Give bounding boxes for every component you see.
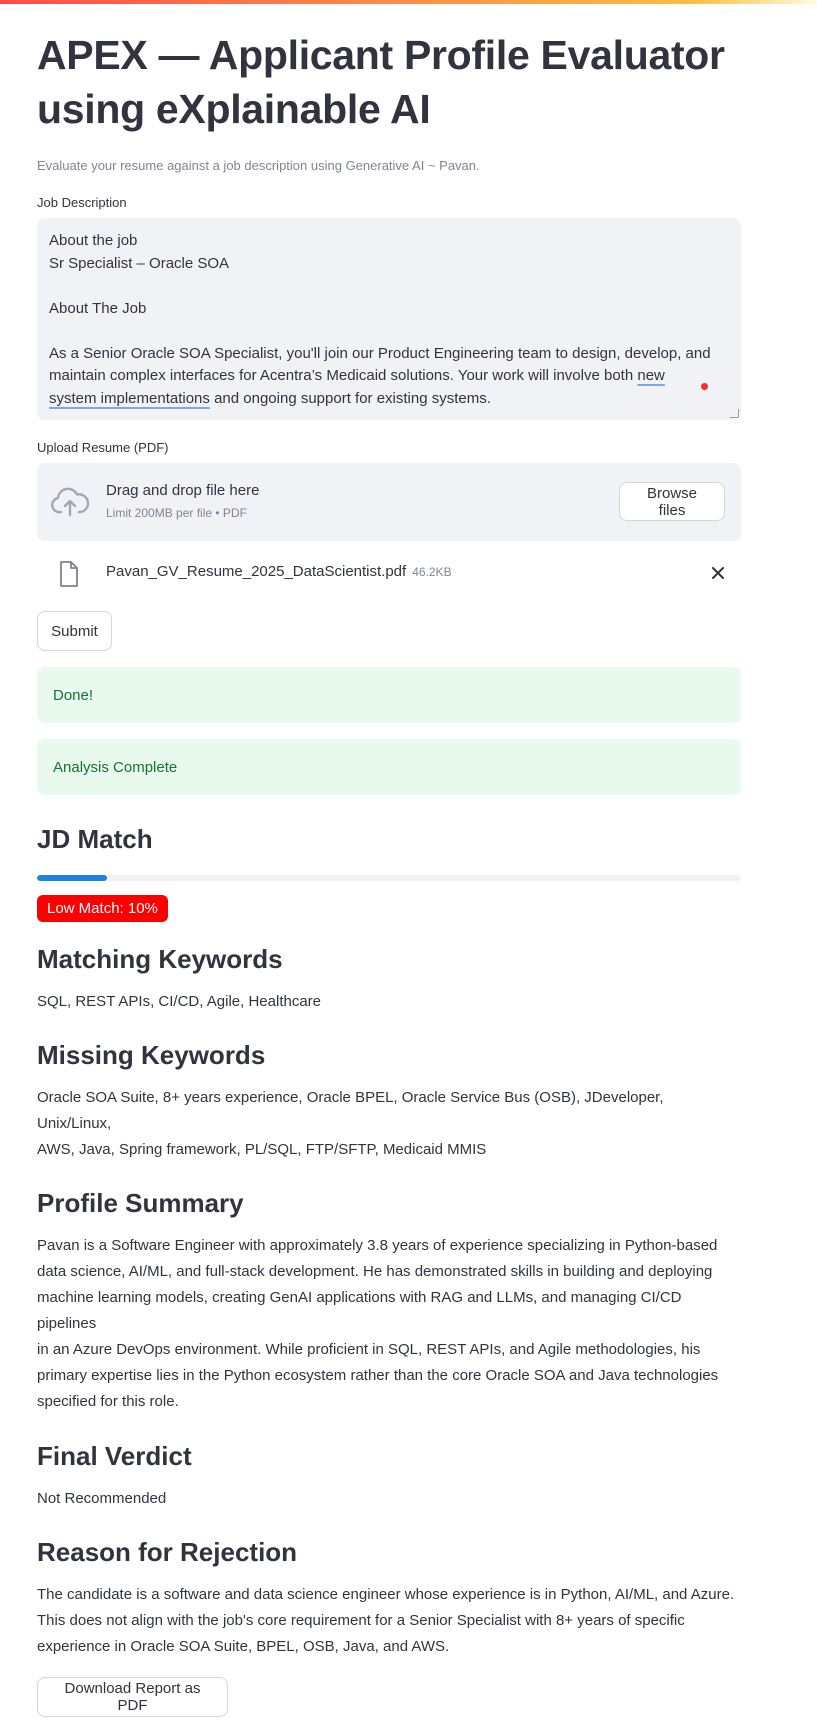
close-icon[interactable] — [709, 564, 727, 582]
summary-line: in an Azure DevOps environment. While pr… — [37, 1341, 701, 1358]
jd-spellcheck-word: system implementations — [49, 389, 210, 407]
rejection-line: experience in Oracle SOA Suite, BPEL, OS… — [37, 1638, 450, 1655]
summary-line: Pavan is a Software Engineer with approx… — [37, 1237, 718, 1254]
browse-files-button[interactable]: Browse files — [619, 482, 725, 521]
drag-drop-text: Drag and drop file here — [106, 482, 260, 499]
missing-keywords-line: Oracle SOA Suite, 8+ years experience, O… — [37, 1089, 664, 1132]
dropzone-instructions: Drag and drop file here Limit 200MB per … — [106, 482, 259, 520]
jd-match-progress-fill — [37, 875, 108, 881]
jd-line: Sr Specialist – Oracle SOA — [49, 254, 230, 272]
summary-line: machine learning models, creating GenAI … — [37, 1289, 682, 1332]
file-dropzone[interactable]: Drag and drop file here Limit 200MB per … — [37, 463, 741, 541]
file-name-text: Pavan_GV_Resume_2025_DataScientist.pdf — [106, 563, 407, 580]
missing-keywords-line: AWS, Java, Spring framework, PL/SQL, FTP… — [37, 1141, 487, 1158]
missing-keywords-text: Oracle SOA Suite, 8+ years experience, O… — [37, 1085, 741, 1163]
summary-line: primary expertise lies in the Python eco… — [37, 1367, 719, 1384]
profile-summary-heading: Profile Summary — [37, 1188, 244, 1218]
analysis-complete-alert: Analysis Complete — [37, 739, 741, 795]
rejection-line: This does not align with the job's core … — [37, 1612, 685, 1629]
jd-line — [49, 275, 721, 298]
summary-line: specified for this role. — [37, 1393, 179, 1410]
rejection-reason-text: The candidate is a software and data sci… — [37, 1582, 741, 1660]
jd-line — [49, 320, 721, 343]
matching-keywords-heading: Matching Keywords — [37, 944, 283, 974]
cloud-upload-icon — [51, 487, 89, 517]
file-limit-text: Limit 200MB per file • PDF — [106, 506, 247, 520]
page-caption: Evaluate your resume against a job descr… — [37, 158, 480, 173]
final-verdict-text: Not Recommended — [37, 1490, 167, 1507]
final-verdict-heading: Final Verdict — [37, 1441, 192, 1471]
jd-line: About the job — [49, 232, 138, 249]
upload-label: Upload Resume (PDF) — [37, 440, 169, 455]
download-report-button[interactable]: Download Report as PDF — [37, 1677, 228, 1717]
jd-line: system implementations and ongoing suppo… — [49, 388, 721, 411]
file-size: 46.2KB — [412, 565, 452, 579]
jd-line: About The Job — [49, 299, 147, 317]
jd-line: As a Senior Oracle SOA Specialist, you'l… — [49, 344, 711, 362]
job-description-widget: Job Description About the job Sr Special… — [37, 195, 741, 420]
rejection-line: The candidate is a software and data sci… — [37, 1586, 735, 1603]
uploaded-file-row: Pavan_GV_Resume_2025_DataScientist.pdf 46… — [37, 541, 741, 603]
jd-spellcheck-word: new — [637, 367, 665, 384]
profile-summary-text: Pavan is a Software Engineer with approx… — [37, 1233, 741, 1415]
main-content: APEX — Applicant Profile Evaluator using… — [37, 0, 741, 1717]
recording-dot-icon — [701, 383, 708, 390]
uploaded-file-name: Pavan_GV_Resume_2025_DataScientist.pdf 46… — [106, 563, 452, 580]
page-title: APEX — Applicant Profile Evaluator using… — [37, 32, 725, 132]
matching-keywords-text: SQL, REST APIs, CI/CD, Agile, Healthcare — [37, 993, 322, 1010]
job-description-textarea[interactable]: About the job Sr Specialist – Oracle SOA… — [37, 218, 741, 420]
file-icon — [60, 561, 78, 587]
submit-button[interactable]: Submit — [37, 611, 112, 651]
jd-text: maintain complex interfaces for Acentra’… — [49, 367, 634, 384]
jd-match-badge-row: Low Match: 10% — [37, 895, 741, 922]
jd-text: and ongoing support for existing systems… — [214, 389, 491, 407]
rejection-reason-heading: Reason for Rejection — [37, 1537, 298, 1567]
job-description-label: Job Description — [37, 195, 127, 210]
low-match-badge: Low Match: 10% — [37, 895, 168, 922]
missing-keywords-heading: Missing Keywords — [37, 1040, 266, 1070]
summary-line: data science, AI/ML, and full-stack deve… — [37, 1263, 713, 1280]
upload-widget: Upload Resume (PDF) Drag and drop file h… — [37, 440, 741, 603]
resize-handle-icon[interactable] — [730, 409, 739, 418]
jd-match-progress-bar — [37, 875, 741, 881]
jd-match-heading: JD Match — [37, 824, 153, 854]
done-alert: Done! — [37, 667, 741, 723]
jd-line: maintain complex interfaces for Acentra’… — [49, 365, 721, 388]
